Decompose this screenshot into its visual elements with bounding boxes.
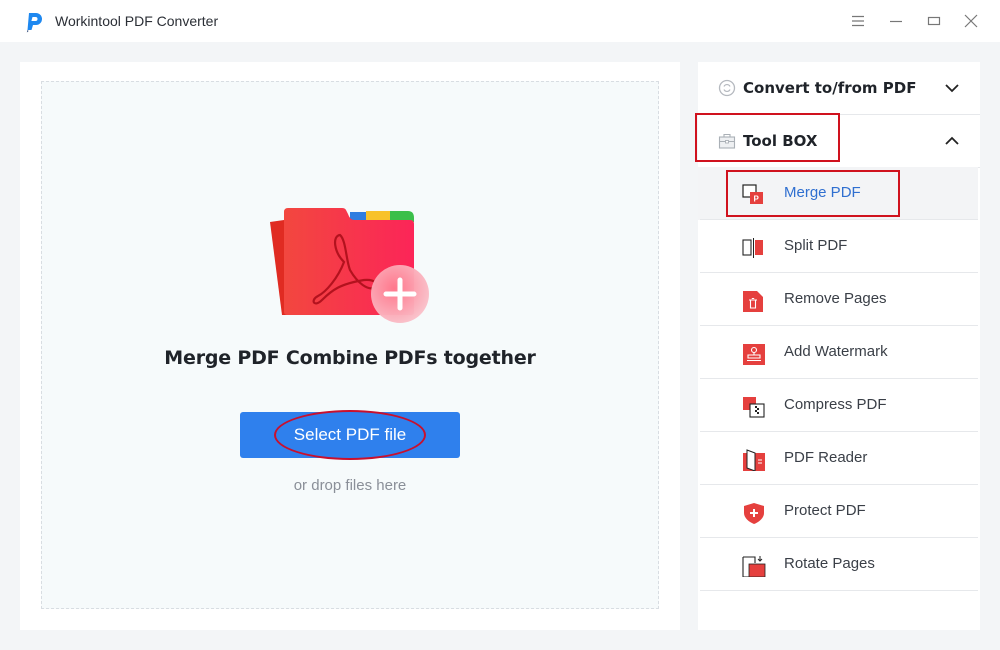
tool-label: Compress PDF [784,396,887,413]
tool-rotate-pages[interactable]: Rotate Pages [698,538,978,591]
close-icon [964,14,978,28]
item-divider [700,590,978,591]
tool-add-watermark[interactable]: Add Watermark [698,326,978,379]
section-convert[interactable]: Convert to/from PDF [698,62,980,114]
protect-pdf-icon [744,503,764,524]
sidebar: Convert to/from PDF Tool BOX P Merge PDF… [698,62,980,630]
tool-label: Remove Pages [784,290,887,307]
tool-remove-pages[interactable]: Remove Pages [698,273,978,326]
select-pdf-file-label: Select PDF file [293,425,407,444]
file-drop-zone[interactable] [41,81,659,609]
tool-compress-pdf[interactable]: Compress PDF [698,379,978,432]
toolbox-icon [718,133,736,149]
menu-icon [852,15,864,27]
chevron-down-icon[interactable] [944,80,960,96]
merge-heading: Merge PDF Combine PDFs together [164,347,536,369]
tool-label: Split PDF [784,237,848,254]
split-pdf-icon [742,238,763,258]
tool-split-pdf[interactable]: Split PDF [698,220,978,273]
convert-icon [718,79,736,97]
minimize-icon [890,20,902,23]
compress-pdf-icon [743,397,765,418]
app-title: Workintool PDF Converter [55,13,219,29]
merge-pdf-icon: P [742,184,763,204]
chevron-up-icon[interactable] [944,133,960,149]
tool-label: Rotate Pages [784,555,875,572]
title-bar: Workintool PDF Converter [0,0,1000,42]
remove-pages-icon [743,291,763,312]
tool-protect-pdf[interactable]: Protect PDF [698,485,978,538]
svg-text:P: P [754,195,760,204]
watermark-icon [743,344,765,365]
pdf-reader-icon [743,449,765,471]
section-convert-label: Convert to/from PDF [743,79,917,97]
close-button[interactable] [958,8,984,34]
section-toolbox-label: Tool BOX [743,132,818,150]
section-toolbox[interactable]: Tool BOX [698,115,980,167]
maximize-button[interactable] [921,8,947,34]
drop-hint: or drop files here [293,477,407,494]
menu-button[interactable] [845,8,871,34]
tool-label: Add Watermark [784,343,888,360]
tool-label: Merge PDF [784,184,861,201]
rotate-pages-icon [742,556,766,577]
tool-merge-pdf[interactable]: P Merge PDF [698,167,978,220]
tool-pdf-reader[interactable]: PDF Reader [698,432,978,485]
tool-label: Protect PDF [784,502,866,519]
tool-label: PDF Reader [784,449,868,466]
maximize-icon [927,16,941,26]
app-logo-icon [26,13,42,33]
minimize-button[interactable] [883,8,909,34]
select-pdf-file-button[interactable]: Select PDF file [240,410,460,460]
pdf-folder-add-icon [270,208,429,323]
